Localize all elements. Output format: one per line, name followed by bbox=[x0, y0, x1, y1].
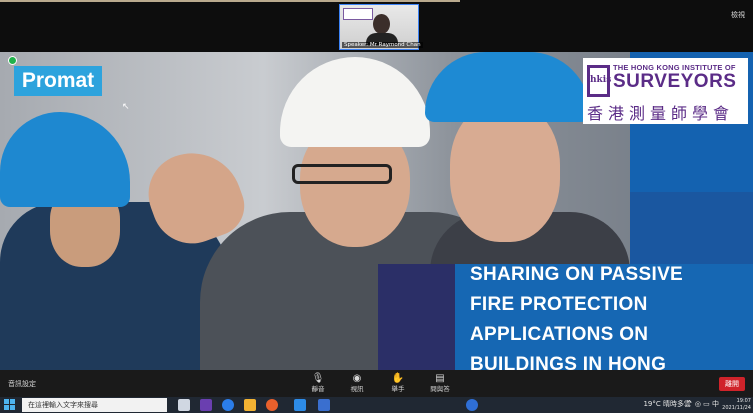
shared-slide: Promat ↖ hkis THE HONG KONG INSTITUTE OF… bbox=[0, 52, 753, 370]
qa-label: 問與答 bbox=[430, 385, 450, 393]
slide-title: SHARING ON PASSIVE FIRE PROTECTION APPLI… bbox=[470, 260, 750, 370]
worker-center-glasses bbox=[292, 164, 392, 184]
zoom-app-icon[interactable] bbox=[294, 399, 306, 411]
system-tray[interactable]: ^ ◎ ▭ 中 bbox=[687, 399, 719, 409]
raise-hand-label: 舉手 bbox=[391, 385, 405, 393]
speaker-video-tile[interactable]: Speaker: Mr Raymond Chan bbox=[339, 4, 423, 50]
taskbar-search-input[interactable]: 在這裡輸入文字來搜尋 bbox=[22, 398, 167, 412]
weather-text[interactable]: 19°C 晴時多雲 bbox=[643, 399, 691, 409]
video-icon: ◉ bbox=[352, 373, 362, 384]
title-line: APPLICATIONS ON bbox=[470, 324, 649, 345]
slide-dark-block bbox=[378, 264, 458, 370]
view-button[interactable]: 檢視 bbox=[731, 10, 745, 20]
task-view-icon[interactable] bbox=[178, 399, 190, 411]
top-progress-strip bbox=[0, 0, 460, 2]
raise-hand-button[interactable]: ✋ 舉手 bbox=[381, 373, 415, 394]
hkis-logo: hkis THE HONG KONG INSTITUTE OF SURVEYOR… bbox=[583, 58, 748, 124]
audio-settings-button[interactable]: 音訊設定 bbox=[8, 379, 36, 389]
app-icon[interactable] bbox=[318, 399, 330, 411]
qa-button[interactable]: ▤ 問與答 bbox=[423, 373, 457, 394]
hkis-emblem-icon: hkis bbox=[587, 65, 611, 97]
hkis-line3: 香港測量師學會 bbox=[587, 104, 735, 123]
promat-logo: Promat bbox=[14, 66, 102, 96]
status-dot-icon bbox=[8, 56, 17, 65]
title-line: BUILDINGS IN HONG bbox=[470, 354, 667, 370]
chat-icon: ▤ bbox=[435, 373, 445, 384]
leave-button[interactable]: 離開 bbox=[719, 377, 745, 391]
clock-time: 19:07 bbox=[736, 398, 751, 404]
mute-label: 靜音 bbox=[311, 385, 325, 393]
speaker-logo bbox=[343, 8, 373, 20]
windows-taskbar: 在這裡輸入文字來搜尋 19°C 晴時多雲 ^ ◎ ▭ 中 19:07 2021/… bbox=[0, 397, 753, 413]
worker-right-face bbox=[450, 102, 560, 242]
file-explorer-icon[interactable] bbox=[244, 399, 256, 411]
mic-icon: 🎙 bbox=[311, 373, 325, 384]
firefox-icon[interactable] bbox=[266, 399, 278, 411]
mouse-cursor-icon: ↖ bbox=[122, 102, 130, 112]
title-line: SHARING ON PASSIVE bbox=[470, 264, 684, 285]
clock-date: 2021/11/24 bbox=[722, 405, 751, 411]
hkis-line2: SURVEYORS bbox=[613, 71, 737, 92]
weather-icon bbox=[466, 399, 478, 411]
teams-icon[interactable] bbox=[200, 399, 212, 411]
hand-icon: ✋ bbox=[391, 373, 405, 384]
windows-start-icon[interactable] bbox=[4, 399, 16, 411]
taskbar-clock[interactable]: 19:07 2021/11/24 bbox=[721, 398, 751, 412]
speaker-head bbox=[373, 14, 390, 34]
edge-icon[interactable] bbox=[222, 399, 234, 411]
meeting-top-bar: Speaker: Mr Raymond Chan 檢視 bbox=[0, 0, 753, 52]
video-button[interactable]: ◉ 視訊 bbox=[340, 373, 374, 394]
speaker-name: Speaker: Mr Raymond Chan bbox=[342, 42, 423, 48]
video-label: 視訊 bbox=[350, 385, 364, 393]
meeting-controls: 音訊設定 🎙 靜音 ◉ 視訊 ✋ 舉手 ▤ 問與答 離開 bbox=[0, 370, 753, 397]
title-line: FIRE PROTECTION bbox=[470, 294, 648, 315]
mute-button[interactable]: 🎙 靜音 bbox=[301, 373, 335, 394]
